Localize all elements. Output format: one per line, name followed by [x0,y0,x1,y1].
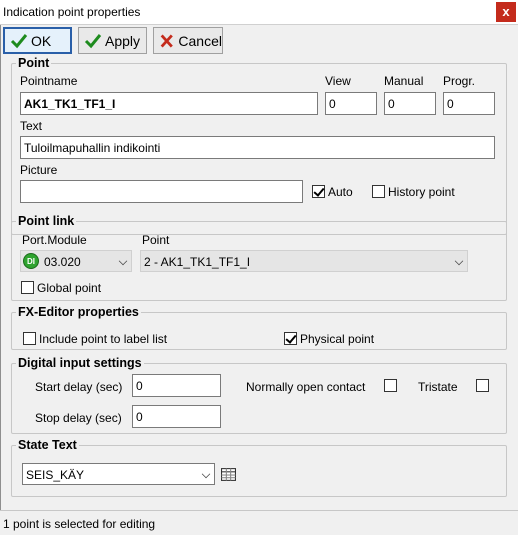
manual-label: Manual [384,74,424,88]
apply-label: Apply [105,32,141,49]
start-delay-field[interactable]: 0 [132,374,221,397]
state-text-legend: State Text [16,438,79,452]
physical-point-label: Physical point [300,332,375,346]
point-link-legend: Point link [16,214,77,228]
include-label-list-label: Include point to label list [39,332,168,346]
global-point-label: Global point [37,281,102,295]
close-button[interactable]: x [496,2,516,22]
normally-open-label: Normally open contact [246,380,366,394]
auto-checkbox[interactable] [312,185,325,198]
text-field[interactable]: Tuloilmapuhallin indikointi [20,136,495,159]
digital-input-group: Digital input settings Start delay (sec)… [11,356,507,434]
title-bar: Indication point properties x [0,0,518,25]
fx-editor-group: FX-Editor properties Include point to la… [11,305,507,350]
status-text: 1 point is selected for editing [3,517,156,531]
text-label: Text [20,119,43,133]
physical-point-checkbox[interactable] [284,332,297,345]
view-label: View [325,74,351,88]
point-group-legend: Point [16,56,52,70]
manual-field[interactable]: 0 [384,92,436,115]
digital-input-legend: Digital input settings [16,356,144,370]
cancel-label: Cancel [178,32,222,49]
table-edit-icon[interactable] [221,468,236,481]
checkmark-icon [84,33,102,48]
tristate-checkbox[interactable] [476,379,489,392]
stop-delay-field[interactable]: 0 [132,405,221,428]
checkmark-icon [10,33,28,48]
state-text-group: State Text SEIS_KÄY [11,438,507,497]
include-label-list-checkbox[interactable] [23,332,36,345]
progr-field[interactable]: 0 [443,92,495,115]
pointname-field[interactable]: AK1_TK1_TF1_I [20,92,318,115]
dialog-body: OK Apply Cancel Point Pointname AK1_TK1_… [0,25,518,510]
point-select[interactable]: 2 - AK1_TK1_TF1_I [140,250,468,272]
chevron-down-icon [454,256,464,266]
ok-button[interactable]: OK [3,27,72,54]
point-select-label: Point [142,233,170,247]
cancel-button[interactable]: Cancel [153,27,223,54]
history-point-checkbox[interactable] [372,185,385,198]
fx-editor-legend: FX-Editor properties [16,305,141,319]
chevron-down-icon [201,469,211,479]
view-field[interactable]: 0 [325,92,377,115]
start-delay-label: Start delay (sec) [35,380,123,394]
picture-label: Picture [20,163,58,177]
history-point-label: History point [388,185,455,199]
apply-button[interactable]: Apply [78,27,147,54]
chevron-down-icon [118,256,128,266]
window-title: Indication point properties [3,5,141,19]
red-x-icon [160,34,173,47]
point-group: Point Pointname AK1_TK1_TF1_I View 0 Man… [11,56,507,235]
port-module-label: Port.Module [22,233,87,247]
state-text-value: SEIS_KÄY [26,468,85,482]
progr-label: Progr. [443,74,476,88]
port-module-select[interactable]: DI 03.020 [20,250,132,272]
point-link-group: Point link Port.Module DI 03.020 Point 2… [11,214,507,301]
global-point-checkbox[interactable] [21,281,34,294]
stop-delay-label: Stop delay (sec) [35,411,122,425]
tristate-label: Tristate [418,380,458,394]
port-module-value: 03.020 [44,255,81,269]
normally-open-checkbox[interactable] [384,379,397,392]
state-text-select[interactable]: SEIS_KÄY [22,463,215,485]
picture-field[interactable] [20,180,303,203]
auto-label: Auto [328,185,353,199]
point-select-value: 2 - AK1_TK1_TF1_I [144,255,251,269]
ok-label: OK [31,32,52,49]
pointname-label: Pointname [20,74,78,88]
di-module-icon: DI [23,253,39,269]
status-bar: 1 point is selected for editing [0,510,518,535]
